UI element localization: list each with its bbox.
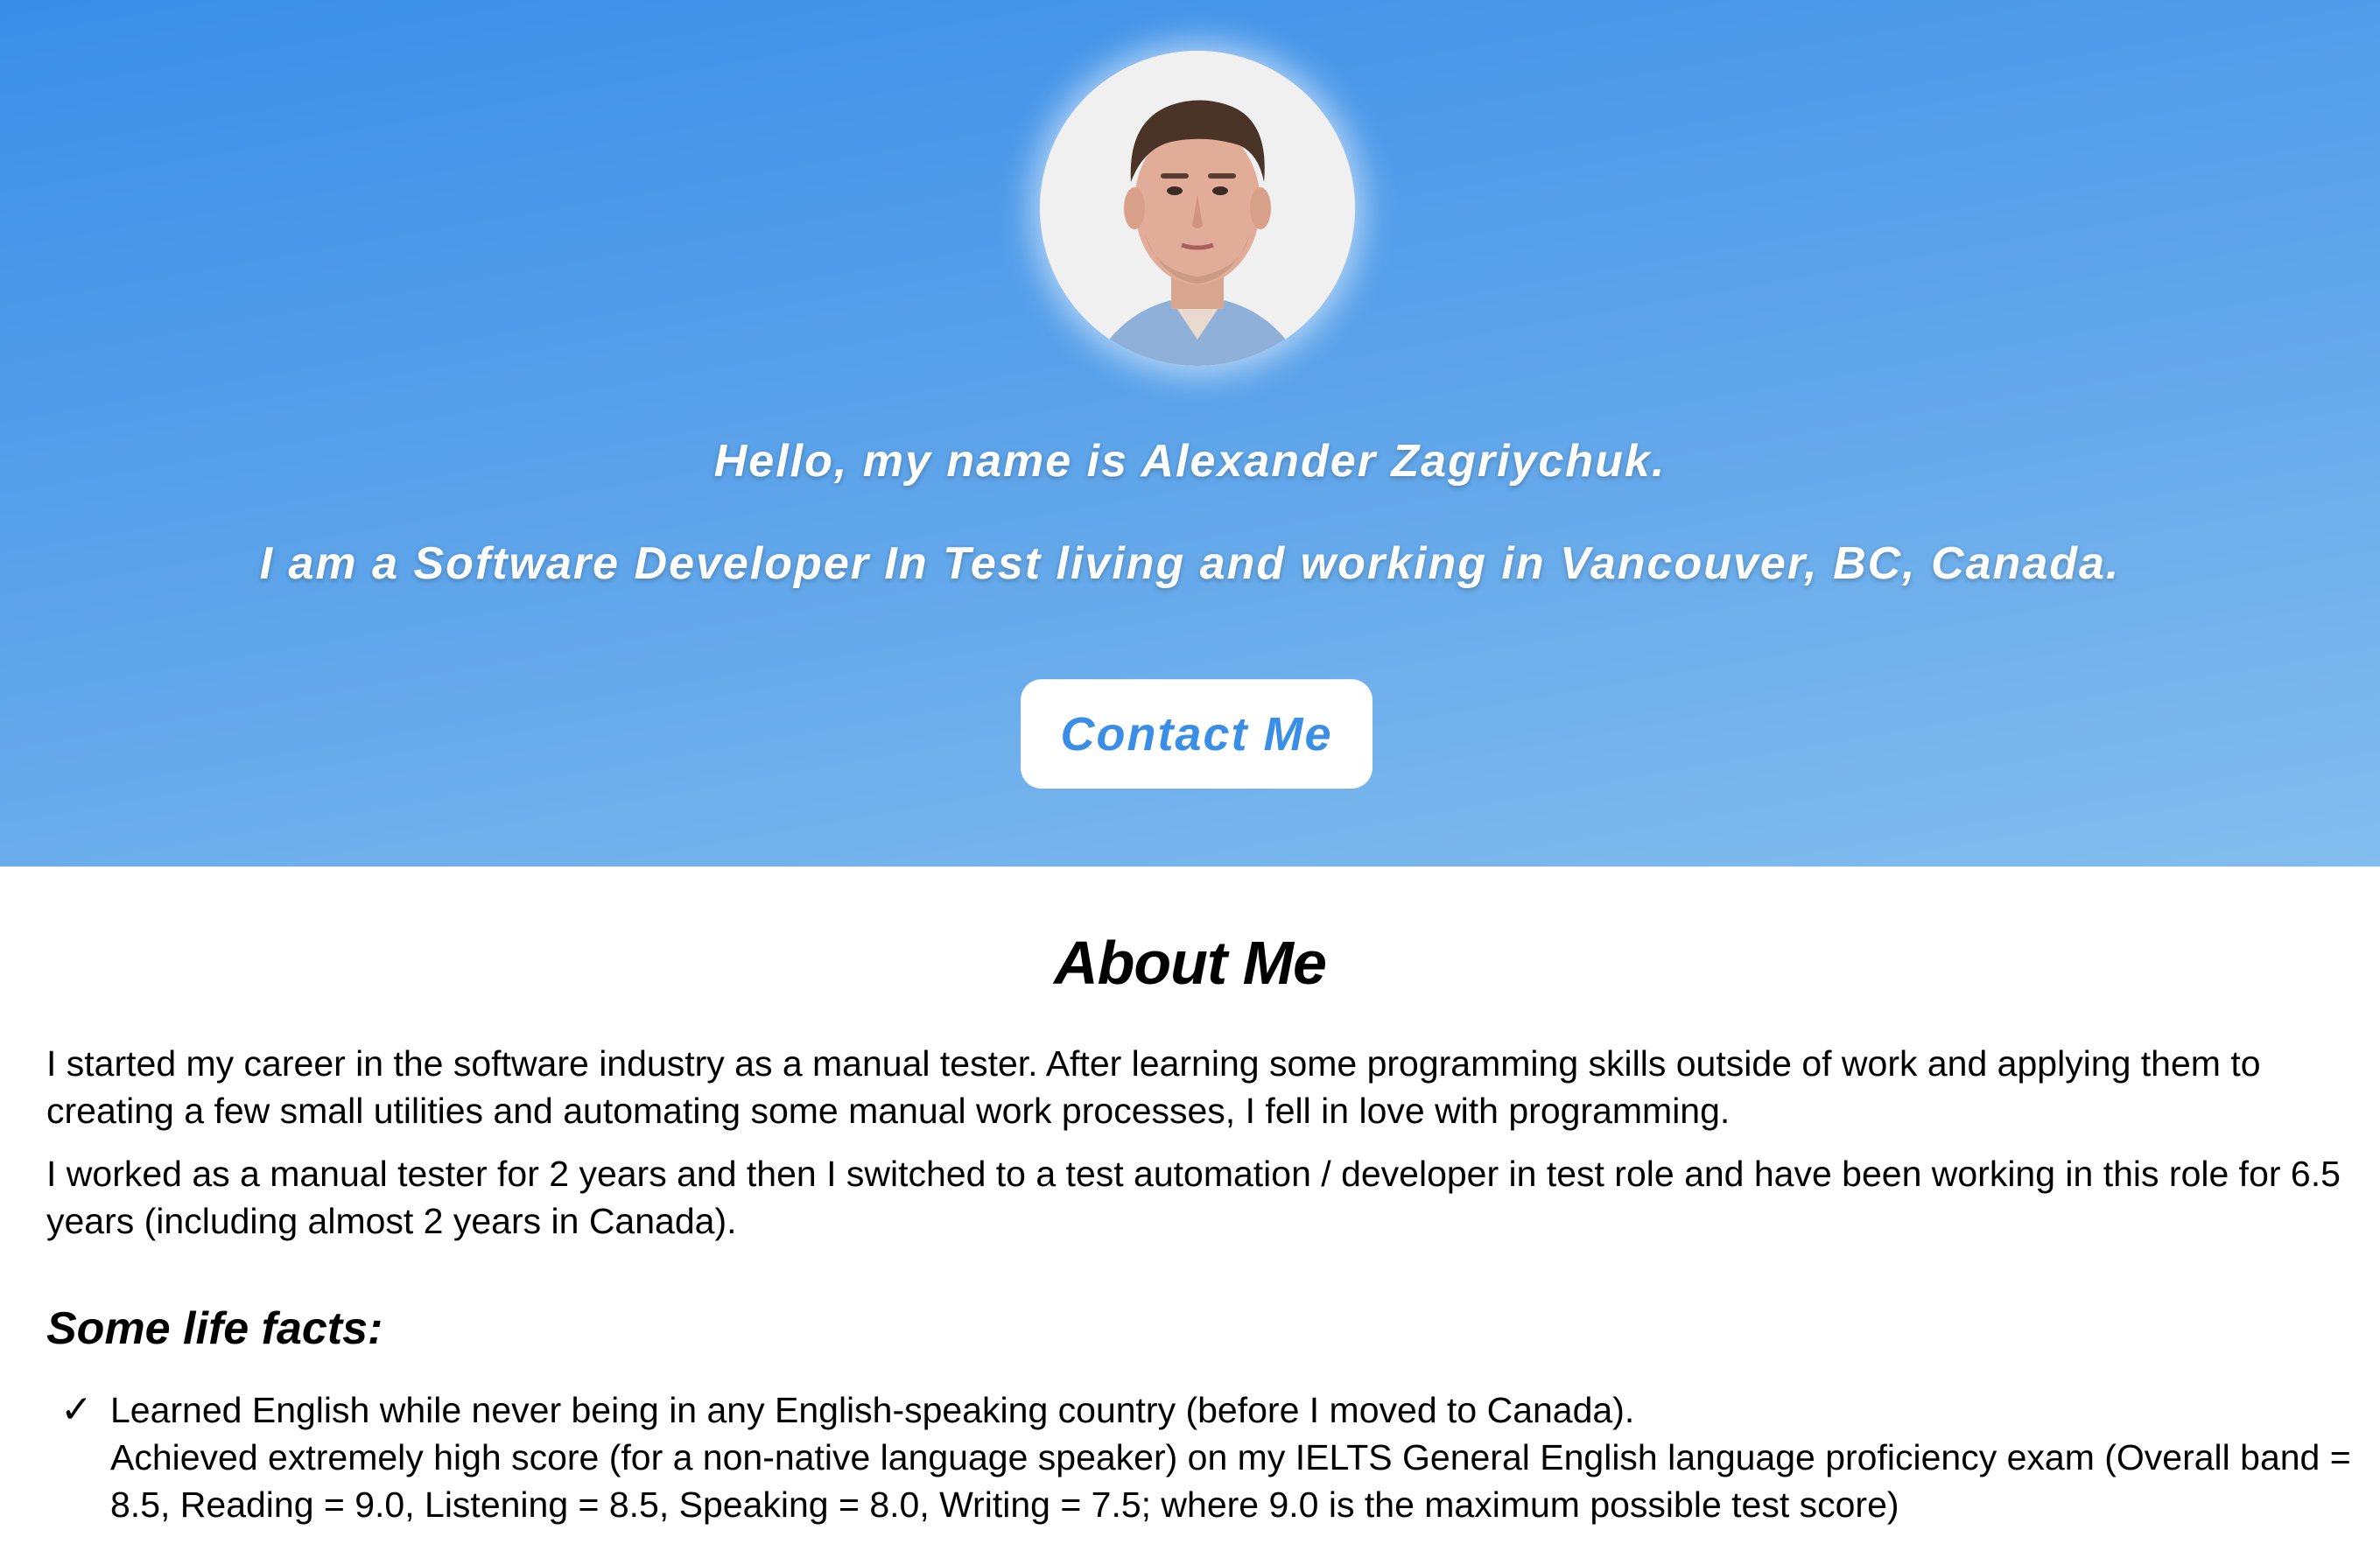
about-paragraph-1: I started my career in the software indu… [46,1043,2261,1131]
hero-section: Hello, my name is Alexander Zagriychuk. … [0,0,2380,867]
about-title: About Me [1054,929,1327,997]
life-fact-line-2: Achieved extremely high score (for a non… [110,1437,2351,1525]
hero-greeting: Hello, my name is Alexander Zagriychuk. [713,436,1667,487]
avatar [1040,51,1355,366]
about-paragraph-2: I worked as a manual tester for 2 years … [46,1154,2341,1241]
hero-tagline: I am a Software Developer In Test living… [259,538,2121,589]
check-icon: ✓ [60,1388,93,1431]
life-fact-line-1: Learned English while never being in any… [110,1390,1635,1430]
life-facts-title: Some life facts: [46,1303,383,1354]
life-fact-text: Learned English while never being in any… [110,1386,2380,1528]
contact-me-button[interactable]: Contact Me [1021,679,1373,789]
avatar-photo [1040,51,1355,366]
